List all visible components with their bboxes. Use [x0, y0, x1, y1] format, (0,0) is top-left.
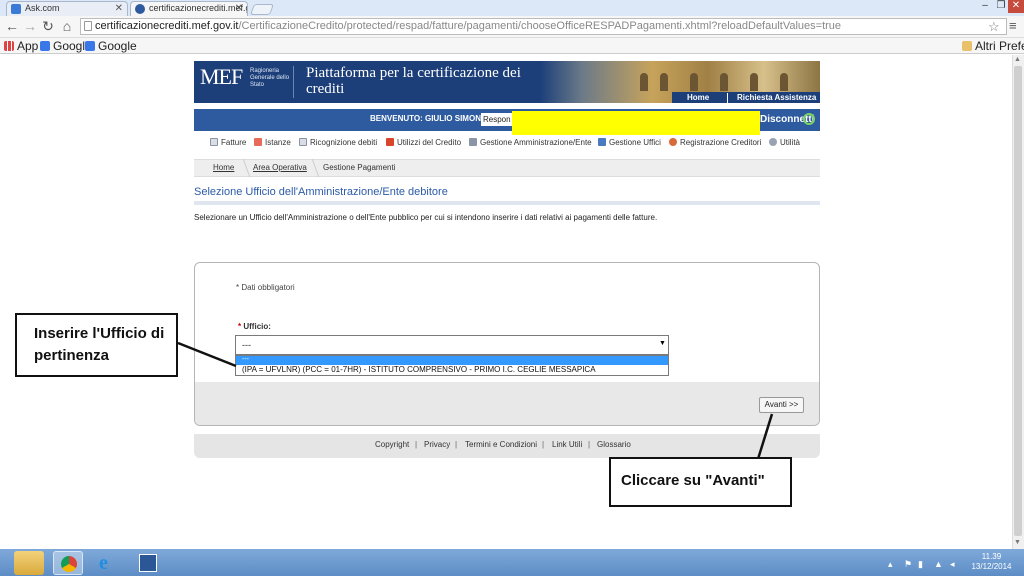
clock-time: 11.39	[981, 552, 1002, 561]
arrow-to-avanti	[756, 413, 774, 460]
chrome-taskbar-button[interactable]	[53, 551, 83, 575]
word-glyph-icon	[139, 554, 157, 572]
callout-inserire-ufficio: Inserire l'Ufficio di pertinenza	[15, 313, 178, 377]
annotation-arrows	[177, 341, 774, 460]
internet-explorer-icon[interactable]: e	[93, 551, 123, 575]
explorer-folder-icon[interactable]	[14, 551, 44, 575]
arrow-to-select	[177, 341, 237, 368]
callout-cliccare-avanti: Cliccare su "Avanti"	[609, 457, 792, 507]
tray-network-icon[interactable]: ▮	[918, 559, 923, 570]
tray-flag-icon[interactable]: ⚑	[904, 559, 912, 570]
word-icon[interactable]	[133, 551, 163, 575]
chrome-icon	[61, 556, 77, 572]
clock-date: 13/12/2014	[971, 562, 1012, 571]
tray-expand-icon[interactable]: ▴	[888, 559, 893, 570]
taskbar-clock[interactable]: 11.39 13/12/2014	[964, 552, 1019, 572]
ie-glyph-icon: e	[99, 552, 108, 574]
tray-volume-icon[interactable]: ◂	[950, 559, 955, 570]
tray-signal-icon[interactable]: ▲	[934, 559, 943, 569]
